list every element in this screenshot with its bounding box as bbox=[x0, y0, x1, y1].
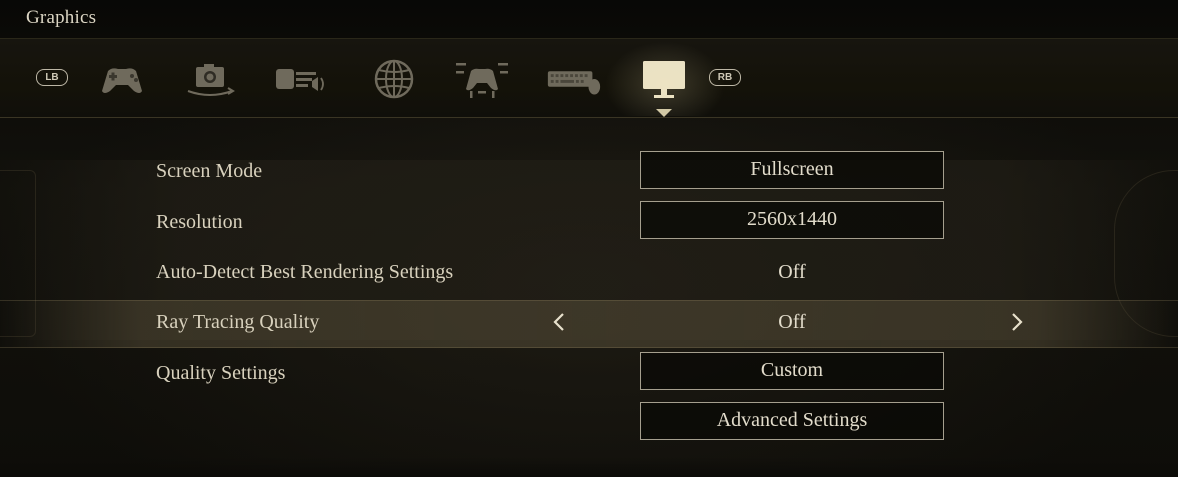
quality-settings-value[interactable]: Custom bbox=[640, 352, 944, 390]
gamepad-icon bbox=[102, 68, 142, 93]
bottom-fade bbox=[0, 457, 1178, 477]
resolution-label: Resolution bbox=[156, 211, 243, 233]
audio-speaker-icon bbox=[276, 69, 324, 91]
tab-keyboard[interactable] bbox=[544, 57, 604, 101]
tab-network[interactable] bbox=[364, 57, 424, 101]
quality-settings-label: Quality Settings bbox=[156, 362, 286, 384]
tab-controls[interactable] bbox=[452, 57, 512, 101]
lb-bumper-button[interactable]: LB bbox=[36, 69, 68, 86]
advanced-settings-button[interactable]: Advanced Settings bbox=[640, 402, 944, 440]
title-bar: Graphics bbox=[0, 0, 1178, 38]
resolution-value[interactable]: 2560x1440 bbox=[640, 201, 944, 239]
keyboard-mouse-icon bbox=[547, 71, 601, 95]
tab-audio[interactable] bbox=[270, 57, 330, 101]
screen-mode-value[interactable]: Fullscreen bbox=[640, 151, 944, 189]
tab-camera[interactable] bbox=[180, 57, 240, 101]
settings-tab-bar: LB bbox=[0, 38, 1178, 118]
auto-detect-label: Auto-Detect Best Rendering Settings bbox=[156, 261, 454, 283]
tab-gamepad[interactable] bbox=[92, 57, 152, 101]
ray-tracing-value[interactable]: Off bbox=[640, 311, 944, 334]
active-tab-glow bbox=[600, 38, 730, 116]
globe-icon bbox=[374, 59, 414, 99]
chevron-left-icon[interactable] bbox=[552, 312, 566, 332]
camera-rotate-icon bbox=[187, 64, 235, 96]
ray-tracing-label: Ray Tracing Quality bbox=[156, 311, 320, 333]
auto-detect-value[interactable]: Off bbox=[640, 261, 944, 284]
page-title: Graphics bbox=[26, 7, 97, 28]
screen-mode-label: Screen Mode bbox=[156, 160, 263, 182]
chevron-right-icon[interactable] bbox=[1010, 312, 1024, 332]
controller-mapping-icon bbox=[456, 63, 508, 98]
